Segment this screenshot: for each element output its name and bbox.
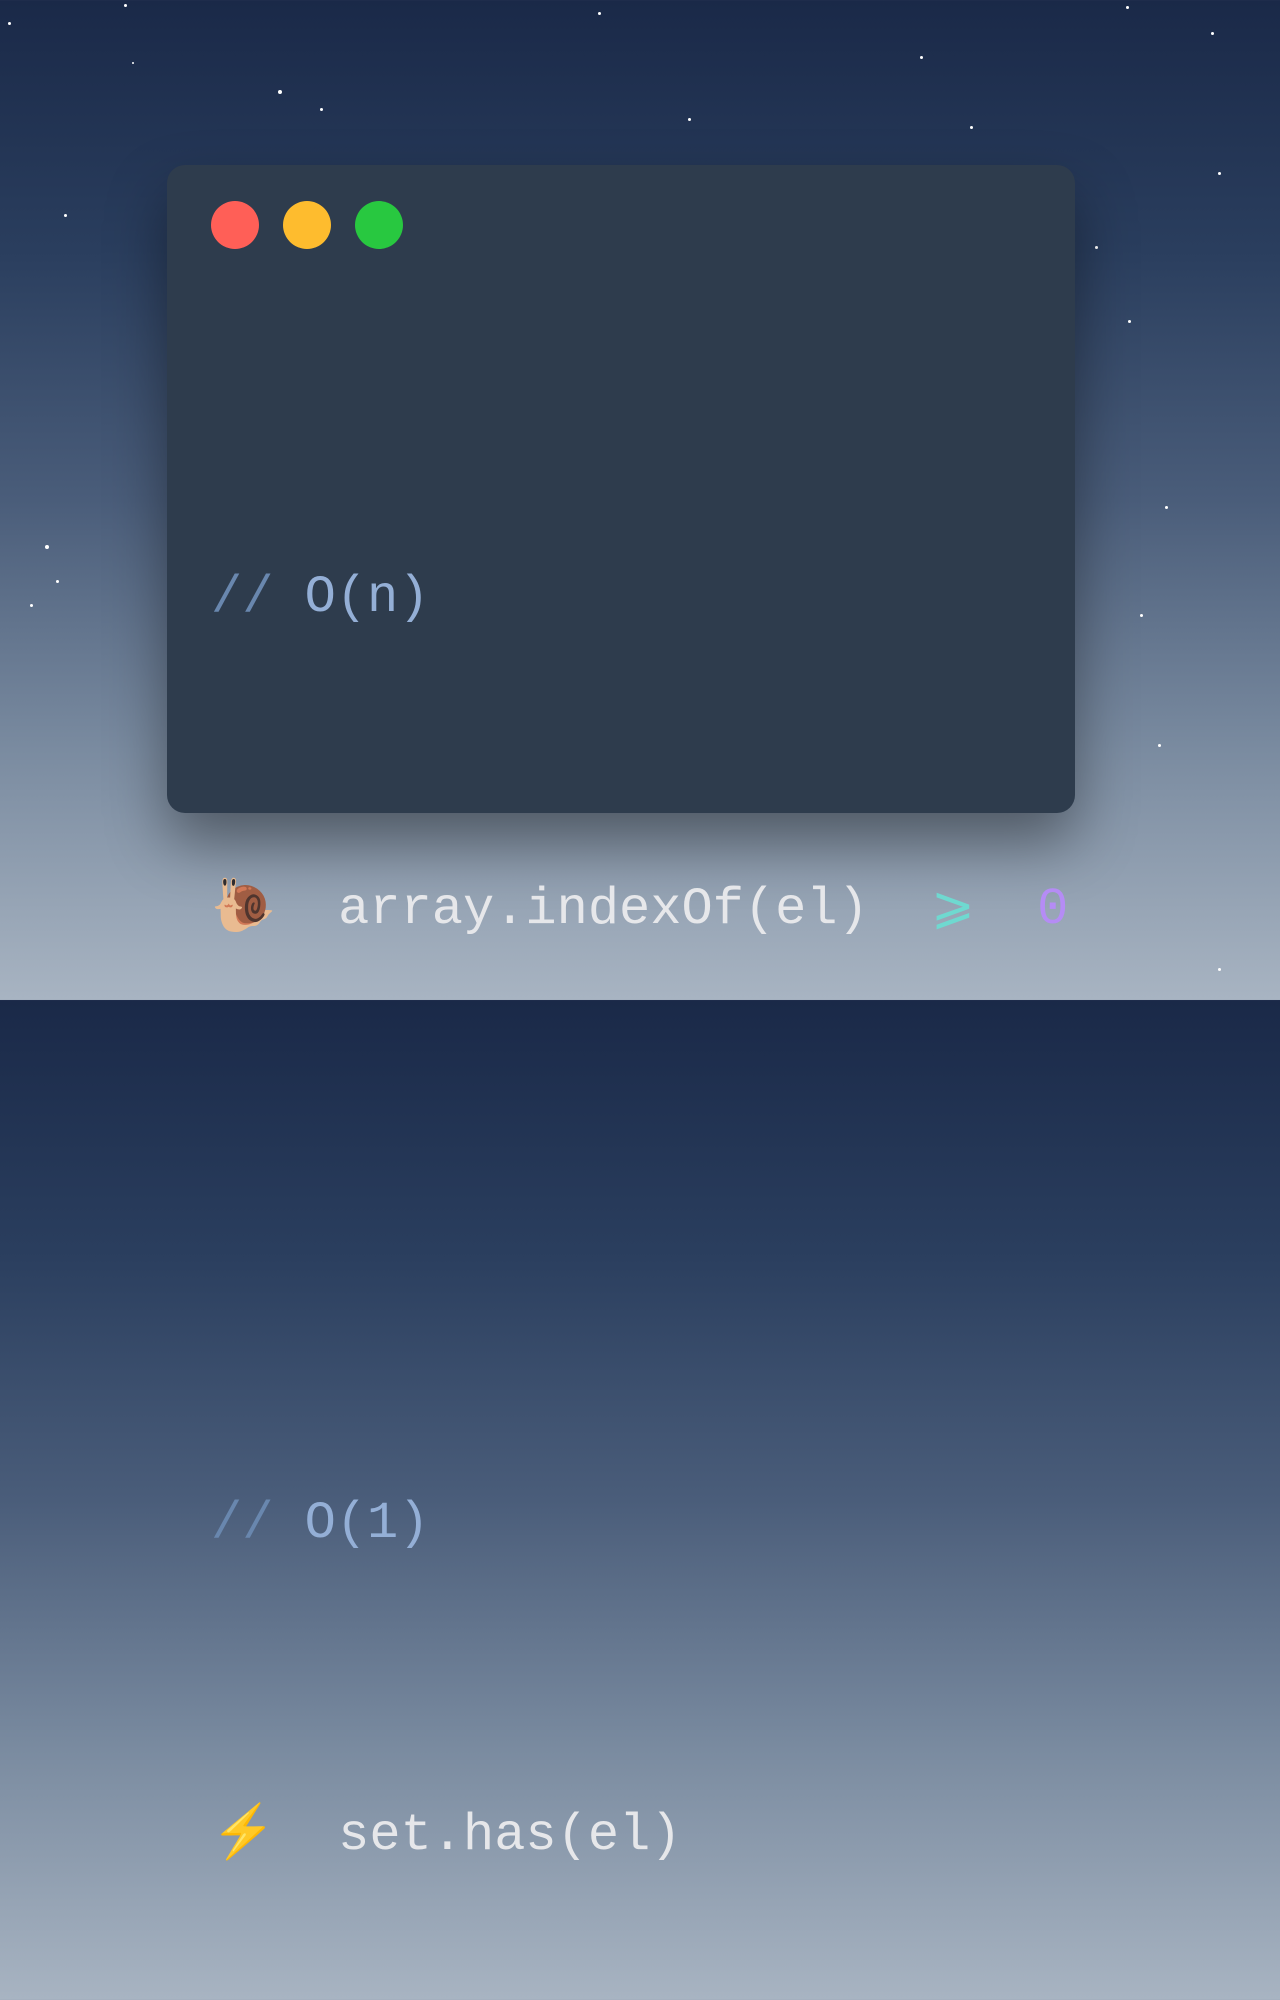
traffic-lights (211, 201, 1031, 249)
star-icon (1126, 6, 1129, 9)
comment-slash: // (211, 1494, 305, 1553)
star-icon (320, 108, 323, 111)
star-icon (1218, 172, 1221, 175)
comment-text: O(1) (305, 1494, 430, 1553)
code-content: // O(n) 🐌 array.indexOf(el) ⩾ 0 // O(1) … (211, 329, 1031, 2000)
comment-text: O(n) (305, 568, 430, 627)
minimize-icon[interactable] (283, 201, 331, 249)
star-icon (64, 214, 67, 217)
number-zero: 0 (1037, 880, 1068, 939)
star-icon (920, 56, 923, 59)
space (276, 1806, 338, 1865)
star-icon (132, 62, 134, 64)
star-icon (1158, 744, 1161, 747)
paren-open: ( (557, 1806, 588, 1865)
identifier-el: el (588, 1806, 650, 1865)
dot: . (432, 1806, 463, 1865)
star-icon (1211, 32, 1214, 35)
code-line-set-has: ⚡ set.has(el) (211, 1794, 1031, 1875)
comment-slash: // (211, 568, 305, 627)
identifier-array: array (338, 880, 494, 939)
star-icon (45, 545, 49, 549)
space (276, 880, 338, 939)
paren-close: ) (650, 1806, 681, 1865)
method-indexof: indexOf (525, 880, 743, 939)
star-icon (598, 12, 601, 15)
star-icon (1095, 246, 1098, 249)
star-icon (1165, 506, 1168, 509)
paren-open: ( (744, 880, 775, 939)
code-window: // O(n) 🐌 array.indexOf(el) ⩾ 0 // O(1) … (167, 165, 1075, 813)
code-line-comment-on: // O(n) (211, 560, 1031, 637)
star-icon (30, 604, 33, 607)
star-icon (278, 90, 282, 94)
close-icon[interactable] (211, 201, 259, 249)
star-icon (56, 580, 59, 583)
zoom-icon[interactable] (355, 201, 403, 249)
star-icon (1128, 320, 1131, 323)
code-line-comment-o1: // O(1) (211, 1486, 1031, 1563)
method-has: has (463, 1806, 557, 1865)
snail-icon: 🐌 (211, 877, 276, 935)
identifier-set: set (338, 1806, 432, 1865)
identifier-el: el (775, 880, 837, 939)
space (869, 880, 931, 939)
code-line-array-indexof: 🐌 array.indexOf(el) ⩾ 0 (211, 868, 1031, 949)
star-icon (8, 22, 11, 25)
star-icon (124, 4, 127, 7)
paren-close: ) (838, 880, 869, 939)
lightning-icon: ⚡ (211, 1803, 276, 1861)
blank-line (211, 1179, 1031, 1255)
space (975, 880, 1037, 939)
star-icon (1218, 968, 1221, 971)
star-icon (970, 126, 973, 129)
dot: . (494, 880, 525, 939)
star-icon (1140, 614, 1143, 617)
operator-gte: ⩾ (931, 880, 975, 939)
star-icon (688, 118, 691, 121)
